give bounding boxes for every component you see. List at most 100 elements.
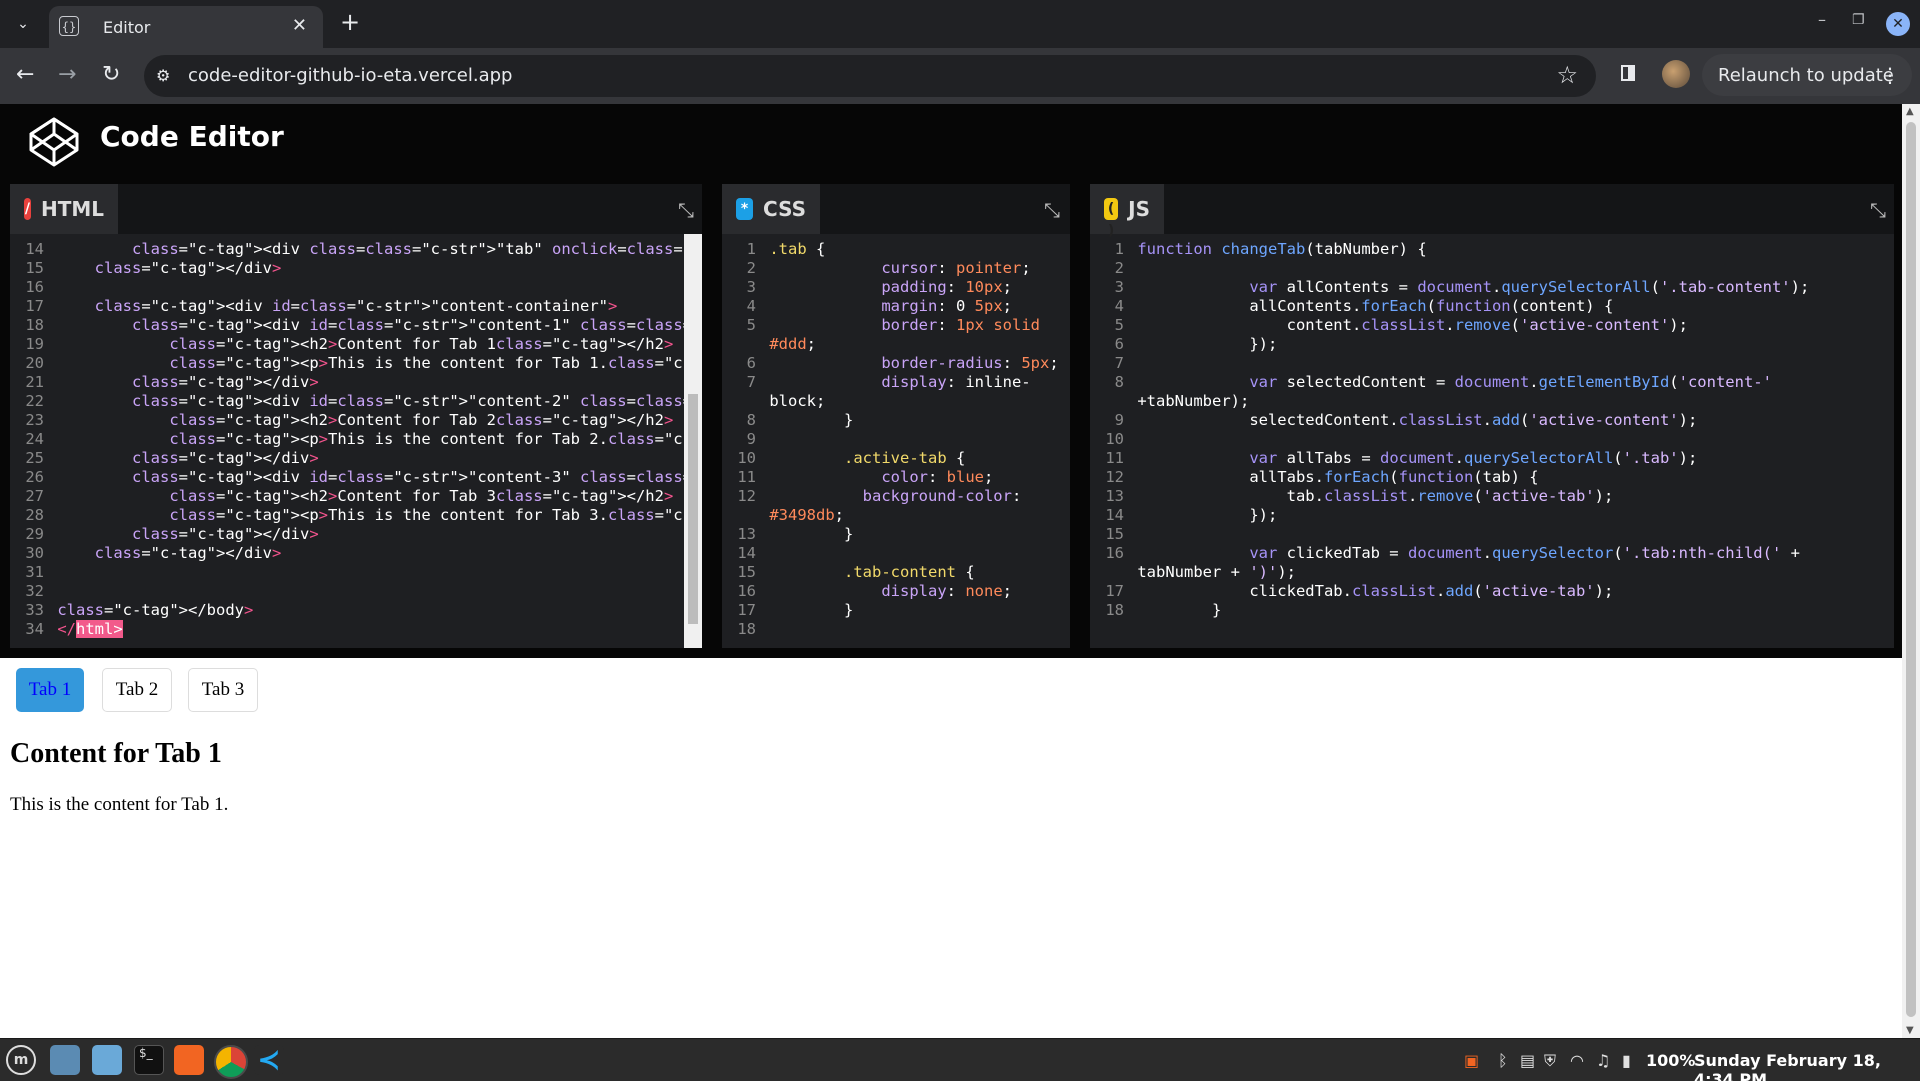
line-number: 32 — [25, 582, 44, 600]
line-number: 8 — [746, 411, 756, 429]
brave-icon[interactable] — [174, 1045, 204, 1075]
code-line: 16 var clickedTab = document.querySelect… — [1090, 544, 1894, 563]
code-line: 18 } — [1090, 601, 1894, 620]
preview-output: Tab 1 Tab 2 Tab 3 Content for Tab 1 This… — [0, 658, 1902, 1038]
code-line: 29 class="c-tag"></div> — [10, 525, 684, 544]
line-number: 10 — [1105, 430, 1124, 448]
line-number: 11 — [1105, 449, 1124, 467]
html-panel-tab[interactable]: / HTML — [10, 184, 118, 234]
code-line: 11 color: blue; — [722, 468, 1070, 487]
tab-search-dropdown-icon[interactable]: ⌄ — [8, 10, 38, 38]
js-panel-tab[interactable]: ( ) JS — [1090, 184, 1164, 239]
css-panel-label: CSS — [763, 197, 806, 221]
browser-tab-editor[interactable]: {} Editor ✕ — [49, 6, 323, 48]
code-line: 22 class="c-tag"><div id=class="c-str">"… — [10, 392, 684, 411]
line-number: 14 — [737, 544, 756, 562]
new-tab-button[interactable]: + — [340, 8, 360, 36]
browser-tab-strip: ⌄ {} Editor ✕ + – ❐ ✕ — [0, 0, 1920, 48]
code-line: 7 — [1090, 354, 1894, 373]
line-number: 14 — [1105, 506, 1124, 524]
browser-menu-icon[interactable]: ⋮ — [1880, 63, 1900, 87]
line-number: 5 — [746, 316, 756, 334]
tab-close-icon[interactable]: ✕ — [292, 15, 307, 36]
line-number: 25 — [25, 449, 44, 467]
browser-toolbar: ← → ↻ ⚙ code-editor-github-io-eta.vercel… — [0, 48, 1920, 104]
minimize-icon[interactable]: – — [1818, 10, 1826, 29]
code-line: 10 — [1090, 430, 1894, 449]
line-number: 17 — [1105, 582, 1124, 600]
code-line: 9 — [722, 430, 1070, 449]
html-icon: / — [24, 198, 31, 220]
line-number: 6 — [746, 354, 756, 372]
code-line: 15 — [1090, 525, 1894, 544]
css-collapse-icon[interactable]: ⤡ — [1044, 198, 1060, 222]
line-number: 26 — [25, 468, 44, 486]
code-line: 32 — [10, 582, 684, 601]
line-number: 15 — [1105, 525, 1124, 543]
css-code-editor[interactable]: 1 .tab {2 cursor: pointer; 3 padding: 10p… — [722, 234, 1070, 648]
js-code-editor[interactable]: 1 function changeTab(tabNumber) {2 3 var… — [1090, 234, 1894, 648]
code-line: 6 border-radius: 5px; — [722, 354, 1070, 373]
bluetooth-icon[interactable]: ᛒ — [1498, 1051, 1508, 1070]
css-panel-tab[interactable]: * CSS — [722, 184, 820, 234]
line-number: 11 — [737, 468, 756, 486]
html-editor-scrollbar[interactable] — [684, 234, 702, 648]
line-number: 20 — [25, 354, 44, 372]
window-close-icon[interactable]: ✕ — [1886, 12, 1910, 36]
html-code-editor[interactable]: 14 class="c-tag"><div class=class="c-str… — [10, 234, 684, 648]
code-line: 11 var allTabs = document.querySelectorA… — [1090, 449, 1894, 468]
line-number: 1 — [1114, 240, 1124, 258]
desktop-icon[interactable] — [50, 1045, 80, 1075]
shield-icon[interactable]: ⛨ — [1544, 1051, 1556, 1071]
site-info-icon[interactable]: ⚙ — [156, 66, 170, 85]
page-scrollbar-thumb[interactable] — [1906, 122, 1916, 1017]
line-number: 24 — [25, 430, 44, 448]
chrome-icon[interactable] — [214, 1045, 248, 1079]
terminal-icon[interactable]: $_ — [134, 1045, 164, 1075]
js-editor-panel: ( ) JS ⤡ 1 function changeTab(tabNumber)… — [1090, 184, 1894, 648]
code-line: 4 allContents.forEach(function(content) … — [1090, 297, 1894, 316]
vscode-icon[interactable]: ≺ — [254, 1045, 284, 1075]
scroll-down-icon[interactable]: ▼ — [1906, 1025, 1914, 1036]
system-clock[interactable]: Sunday February 18, 4:34 PM — [1694, 1051, 1920, 1089]
mint-menu-icon[interactable]: m — [6, 1045, 36, 1075]
sound-icon[interactable]: ♫ — [1596, 1051, 1610, 1070]
code-line: 4 margin: 0 5px; — [722, 297, 1070, 316]
side-panel-icon[interactable] — [1621, 65, 1635, 81]
brave-tray-icon[interactable]: ▣ — [1464, 1051, 1479, 1070]
line-number: 21 — [25, 373, 44, 391]
code-line: 20 class="c-tag"><p>This is the content … — [10, 354, 684, 373]
battery-icon[interactable]: ▮ — [1622, 1051, 1631, 1070]
back-icon[interactable]: ← — [16, 62, 34, 87]
line-number: 15 — [737, 563, 756, 581]
reload-icon[interactable]: ↻ — [102, 62, 120, 87]
preview-tab-1[interactable]: Tab 1 — [16, 668, 84, 712]
wifi-icon[interactable]: ◠ — [1570, 1051, 1584, 1070]
page-scrollbar[interactable]: ▲ ▼ — [1902, 104, 1920, 1038]
bookmark-star-icon[interactable]: ☆ — [1556, 61, 1578, 89]
profile-avatar[interactable] — [1662, 60, 1690, 88]
scrollbar-thumb[interactable] — [688, 394, 698, 624]
files-icon[interactable] — [92, 1045, 122, 1075]
line-number: 16 — [1105, 544, 1124, 562]
scroll-up-icon[interactable]: ▲ — [1906, 106, 1914, 117]
html-collapse-icon[interactable]: ⤡ — [678, 198, 694, 222]
preview-tab-3[interactable]: Tab 3 — [188, 668, 258, 712]
clipboard-icon[interactable]: ▤ — [1520, 1051, 1535, 1070]
code-line: 27 class="c-tag"><h2>Content for Tab 3cl… — [10, 487, 684, 506]
code-line: 16 — [10, 278, 684, 297]
url-text: code-editor-github-io-eta.vercel.app — [188, 65, 513, 86]
relaunch-button[interactable]: Relaunch to update ⋮ — [1702, 54, 1912, 96]
line-number: 18 — [737, 620, 756, 638]
code-line: 8 var selectedContent = document.getElem… — [1090, 373, 1894, 392]
line-number: 17 — [737, 601, 756, 619]
code-line: 15 class="c-tag"></div> — [10, 259, 684, 278]
code-line: 5 content.classList.remove('active-conte… — [1090, 316, 1894, 335]
preview-tab-2[interactable]: Tab 2 — [102, 668, 172, 712]
address-bar[interactable]: ⚙ code-editor-github-io-eta.vercel.app ☆ — [144, 55, 1596, 97]
battery-percent: 100% — [1646, 1051, 1696, 1070]
forward-icon[interactable]: → — [58, 62, 76, 87]
js-collapse-icon[interactable]: ⤡ — [1870, 198, 1886, 222]
line-number: 22 — [25, 392, 44, 410]
restore-icon[interactable]: ❐ — [1852, 12, 1865, 28]
